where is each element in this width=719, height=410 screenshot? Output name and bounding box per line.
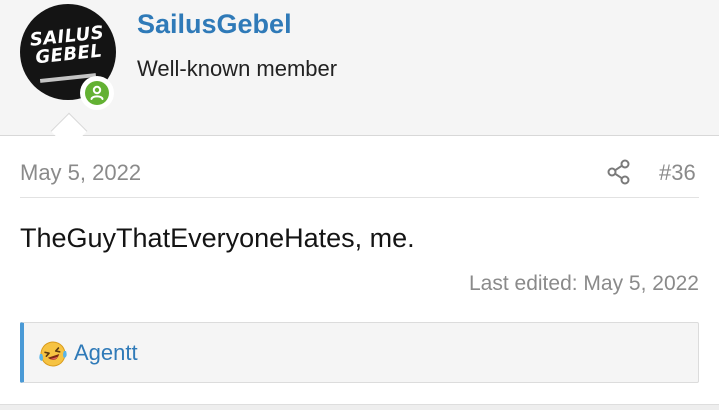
- reaction-user-link[interactable]: Agentt: [74, 340, 138, 366]
- last-edited-note: Last edited: May 5, 2022: [469, 272, 699, 295]
- post-meta-divider: [20, 197, 699, 198]
- post-bottom-border: [0, 404, 719, 410]
- user-header: SAILUS GEBEL SailusGebel Well-known memb…: [0, 0, 719, 136]
- online-status-icon: [80, 76, 114, 110]
- share-icon[interactable]: [605, 158, 633, 186]
- online-indicator: [85, 81, 109, 105]
- avatar-logo-text: SAILUS GEBEL: [28, 22, 106, 69]
- laughing-tears-emoji-icon: [39, 341, 67, 367]
- post-date-link[interactable]: May 5, 2022: [20, 160, 141, 186]
- username-link[interactable]: SailusGebel: [137, 9, 292, 40]
- user-title: Well-known member: [137, 56, 338, 81]
- reactions-bar[interactable]: Agentt: [20, 322, 699, 383]
- post-number-link[interactable]: #36: [659, 160, 696, 186]
- user-icon: [90, 85, 104, 100]
- post-message: TheGuyThatEveryoneHates, me.: [20, 223, 415, 253]
